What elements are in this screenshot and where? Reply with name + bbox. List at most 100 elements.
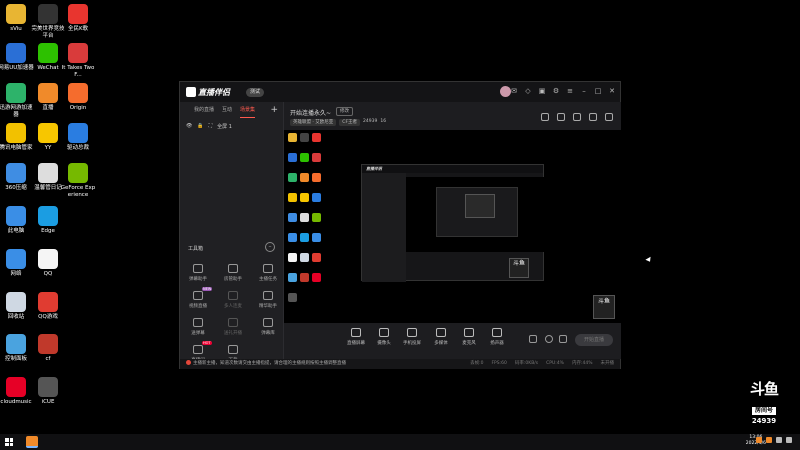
desktop-icon[interactable]: cloudmusic xyxy=(0,377,34,406)
effects-icon[interactable] xyxy=(545,335,553,343)
desktop-icon-label: sViu xyxy=(10,26,22,32)
control-label: 直播屏幕 xyxy=(347,341,365,346)
control-screen[interactable]: 直播屏幕 xyxy=(342,328,370,346)
uu-accelerator-icon xyxy=(6,43,26,63)
desktop-icon[interactable]: It Takes Two F... xyxy=(60,43,96,78)
desktop-icon[interactable]: GeForce Experience xyxy=(60,163,96,198)
stream-preview[interactable]: 直播伴侣 斗鱼 斗鱼 xyxy=(284,130,621,323)
preview-desktop-icon xyxy=(300,193,309,202)
desktop-icon[interactable]: QQ xyxy=(30,249,66,278)
close-icon[interactable]: ✕ xyxy=(608,87,616,95)
settings-gear-icon[interactable] xyxy=(559,335,567,343)
bell-icon[interactable] xyxy=(589,113,597,121)
share-icon[interactable] xyxy=(605,113,613,121)
store-icon[interactable] xyxy=(541,113,549,121)
tray-app-icon-2[interactable] xyxy=(766,437,772,443)
desktop-icon[interactable]: 控制面板 xyxy=(0,334,34,363)
status-bar: 主播新主播，知道次数请交由主播指提，请合理的主播规则按照主播调整直播 丢帧:0 … xyxy=(180,359,620,369)
control-microphone[interactable]: 麦克风 xyxy=(455,328,483,346)
tag-chip[interactable]: CF王者 xyxy=(339,119,361,126)
tool-task[interactable]: 主播任务 xyxy=(253,264,283,282)
desktop-icon[interactable]: iCUE xyxy=(30,377,66,406)
tool-library[interactable]: 弹幕库 xyxy=(253,318,283,336)
tool-room-manager[interactable]: 房管助手 xyxy=(218,264,248,282)
preview-desktop-icon xyxy=(288,253,297,262)
desktop-icon[interactable]: 此电脑 xyxy=(0,206,34,235)
desktop-icon-label: 网易UU加速器 xyxy=(0,65,34,71)
version-badge[interactable]: 测试 xyxy=(246,88,265,97)
control-label: 多媒体 xyxy=(434,341,448,346)
desktop-icon[interactable]: 全民K歌 xyxy=(60,4,96,33)
tab-scenes[interactable]: 场景集 xyxy=(240,106,256,118)
room-manager-icon xyxy=(228,264,238,273)
desktop-icon[interactable]: sViu xyxy=(0,4,34,33)
nested-preview-window: 直播伴侣 斗鱼 xyxy=(361,164,545,282)
folder-icon xyxy=(6,4,26,24)
mouse-cursor-icon xyxy=(645,256,653,264)
wechat-icon xyxy=(38,43,58,63)
room-title[interactable]: 开始连播永久~ xyxy=(290,108,331,117)
yy-icon xyxy=(38,123,58,143)
stat-cpu: CPU:4% xyxy=(546,361,564,366)
desktop-icon[interactable]: 360压缩 xyxy=(0,163,34,192)
desktop-icon[interactable]: cf xyxy=(30,334,66,363)
desktop-icon[interactable]: QQ游戏 xyxy=(30,292,66,321)
minimize-icon[interactable]: – xyxy=(580,87,588,95)
desktop-icon-label: 迅游网游加速器 xyxy=(0,105,33,118)
stat-fps: FPS:60 xyxy=(491,361,507,366)
skin-icon[interactable]: ◇ xyxy=(524,87,532,95)
message-icon[interactable]: ✉ xyxy=(510,87,518,95)
title-bar-icons: ✉ ◇ ▣ ⚙ ≡ – □ ✕ xyxy=(510,87,616,95)
tool-label: 主播任务 xyxy=(259,277,277,282)
maximize-icon[interactable]: □ xyxy=(594,87,602,95)
windows-start-icon[interactable] xyxy=(5,438,13,446)
start-live-button[interactable]: 开始直播 xyxy=(575,334,613,346)
lock-icon[interactable]: 🔒 xyxy=(197,123,203,130)
tool-gift[interactable]: 送礼开播 xyxy=(218,318,248,336)
desktop-icon[interactable]: 网易UU加速器 xyxy=(0,43,34,72)
desktop-icon-label: 驱动总裁 xyxy=(66,145,89,151)
screen-icon xyxy=(351,328,361,337)
category-chip[interactable]: 英雄联盟 · 艾欧尼亚 xyxy=(290,119,337,126)
gift-icon[interactable]: ▣ xyxy=(538,87,546,95)
tool-highlight[interactable]: 精华助手 xyxy=(253,291,283,309)
tool-multi-link[interactable]: 多人连麦 xyxy=(218,291,248,309)
control-media[interactable]: 多媒体 xyxy=(427,328,455,346)
tab-my-live[interactable]: 我的直播 xyxy=(194,106,214,118)
tray-volume-icon[interactable] xyxy=(786,437,792,443)
edit-title-button[interactable]: 修改 xyxy=(336,107,353,116)
tool-send-danmaku[interactable]: 送弹幕 xyxy=(183,318,213,336)
desktop-icon-label: 控制面板 xyxy=(4,356,27,362)
visible-icon[interactable]: 👁 xyxy=(186,123,192,130)
add-scene-icon[interactable]: + xyxy=(270,105,278,115)
kge-icon xyxy=(68,4,88,24)
this-pc-icon xyxy=(6,206,26,226)
scene-item[interactable]: 👁 🔒 ⛶ 全屏 1 xyxy=(186,123,232,130)
menu-icon[interactable]: ≡ xyxy=(566,87,574,95)
layout-icon[interactable] xyxy=(557,113,565,121)
desktop-icon[interactable]: 迅游网游加速器 xyxy=(0,83,34,118)
preview-desktop-icon xyxy=(288,293,297,302)
settings-icon[interactable]: ⚙ xyxy=(552,87,560,95)
tool-label: 弹幕助手 xyxy=(189,277,207,282)
taskbar-live-app-icon[interactable] xyxy=(26,436,38,448)
control-camera[interactable]: 摄像头 xyxy=(370,328,398,346)
tool-label: 弹幕库 xyxy=(261,331,275,336)
control-phone-cast[interactable]: 手机投屏 xyxy=(398,328,426,346)
tool-danmaku[interactable]: 弹幕助手 xyxy=(183,264,213,282)
tab-interact[interactable]: 互动 xyxy=(222,106,232,118)
desktop-icon[interactable]: Edge xyxy=(30,206,66,235)
tray-app-icon[interactable] xyxy=(756,437,762,443)
tools-collapse-icon[interactable]: – xyxy=(265,242,275,252)
tray-network-icon[interactable] xyxy=(776,437,782,443)
recording-icon[interactable] xyxy=(529,335,537,343)
preview-desktop-icon xyxy=(288,153,297,162)
tool-video-live[interactable]: NEW 视频直播 xyxy=(183,287,213,309)
desktop-icon[interactable]: 腾讯电脑管家 xyxy=(0,123,34,152)
desktop-icon[interactable]: 网络 xyxy=(0,249,34,278)
control-speaker[interactable]: 扬声器 xyxy=(483,328,511,346)
desktop-icon[interactable]: Origin xyxy=(60,83,96,112)
lock-room-icon[interactable] xyxy=(573,113,581,121)
desktop-icon[interactable]: 驱动总裁 xyxy=(60,123,96,152)
desktop-icon[interactable]: 回收站 xyxy=(0,292,34,321)
